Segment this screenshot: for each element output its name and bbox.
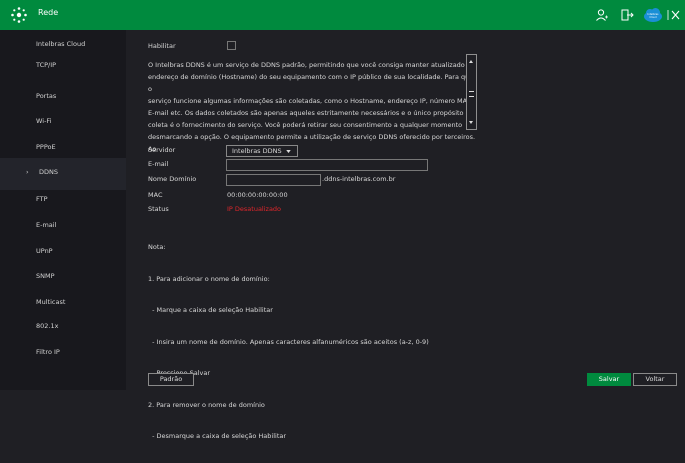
- sidebar-item-label: DDNS: [39, 168, 58, 176]
- notes: Nota: 1. Para adicionar o nome de domíni…: [148, 221, 429, 463]
- network-icon: [11, 7, 27, 23]
- chevron-right-icon: ›: [26, 168, 29, 176]
- scroll-grip[interactable]: [469, 91, 474, 97]
- description-line: desmarcando a opção. O equipamento permi…: [148, 133, 476, 153]
- top-bar: Rede Intelbras Cloud: [0, 0, 685, 30]
- close-icon[interactable]: [667, 8, 681, 22]
- ddns-panel: Habilitar O Intelbras DDNS é um serviço …: [136, 30, 685, 440]
- default-button[interactable]: Padrão: [148, 373, 194, 386]
- ddns-description: O Intelbras DDNS é um serviço de DDNS pa…: [148, 59, 478, 155]
- sidebar-item-label: UPnP: [36, 247, 53, 255]
- sidebar-item-label: Multicast: [36, 298, 66, 306]
- mac-value: 00:00:00:00:00:00: [227, 191, 288, 199]
- note-line: - Insira um nome de domínio. Apenas cara…: [148, 337, 429, 346]
- description-line: serviço funcione algumas informações são…: [148, 97, 474, 105]
- enable-checkbox[interactable]: [227, 41, 236, 50]
- description-scrollbar[interactable]: [466, 54, 477, 130]
- description-line: endereço de domínio (Hostname) do seu eq…: [148, 73, 474, 93]
- chevron-down-icon: [286, 150, 291, 153]
- server-label: Servidor: [148, 146, 176, 154]
- sidebar-item-label: FTP: [36, 195, 48, 203]
- note-line: 2. Para remover o nome de domínio: [148, 400, 265, 409]
- note-line: 1. Para adicionar o nome de domínio:: [148, 274, 270, 283]
- domain-label: Nome Domínio: [148, 175, 197, 183]
- sidebar-item-label: PPPoE: [36, 143, 56, 151]
- domain-suffix: .ddns-intelbras.com.br: [322, 175, 396, 183]
- server-select[interactable]: Intelbras DDNS: [226, 145, 298, 157]
- sidebar-item-tcp-ip[interactable]: TCP/IP: [0, 51, 126, 83]
- email-label: E-mail: [148, 160, 169, 168]
- back-button[interactable]: Voltar: [633, 373, 677, 386]
- page-title: Rede: [38, 8, 59, 17]
- description-line: coleta é o fornecimento do serviço. Você…: [148, 121, 463, 129]
- user-icon[interactable]: [595, 8, 609, 22]
- sidebar-item-label: Intelbras Cloud: [36, 40, 86, 48]
- cloud-icon[interactable]: Intelbras Cloud: [643, 7, 663, 23]
- email-field[interactable]: [226, 159, 428, 171]
- scroll-up-icon[interactable]: [469, 60, 473, 63]
- sidebar-item-filtro-ip[interactable]: Filtro IP: [0, 338, 126, 370]
- logout-icon[interactable]: [620, 8, 634, 22]
- scroll-down-icon[interactable]: [469, 121, 473, 124]
- sidebar: Intelbras Cloud TCP/IP Portas Wi-Fi PPPo…: [0, 30, 126, 390]
- note-line: - Desmarque a caixa de seleção Habilitar: [148, 432, 287, 440]
- sidebar-item-label: TCP/IP: [36, 61, 57, 69]
- cloud-badge-label: Intelbras Cloud: [647, 13, 659, 19]
- domain-field[interactable]: [226, 174, 321, 186]
- sidebar-item-label: Wi-Fi: [36, 117, 52, 125]
- enable-label: Habilitar: [148, 42, 176, 50]
- save-button[interactable]: Salvar: [587, 373, 631, 386]
- sidebar-item-label: E-mail: [36, 221, 57, 229]
- description-line: O Intelbras DDNS é um serviço de DDNS pa…: [148, 61, 471, 69]
- status-label: Status: [148, 205, 169, 213]
- mac-label: MAC: [148, 191, 163, 199]
- sidebar-item-label: 802.1x: [36, 322, 59, 330]
- note-line: Nota:: [148, 243, 166, 251]
- sidebar-item-label: SNMP: [36, 272, 55, 280]
- note-line: - Marque a caixa de seleção Habilitar: [148, 306, 273, 314]
- sidebar-item-label: Filtro IP: [36, 348, 60, 356]
- description-line: E-mail etc. Os dados coletados são apena…: [148, 109, 474, 117]
- sidebar-item-label: Portas: [36, 92, 57, 100]
- server-select-value: Intelbras DDNS: [232, 147, 282, 155]
- status-value: IP Desatualizado: [227, 205, 282, 213]
